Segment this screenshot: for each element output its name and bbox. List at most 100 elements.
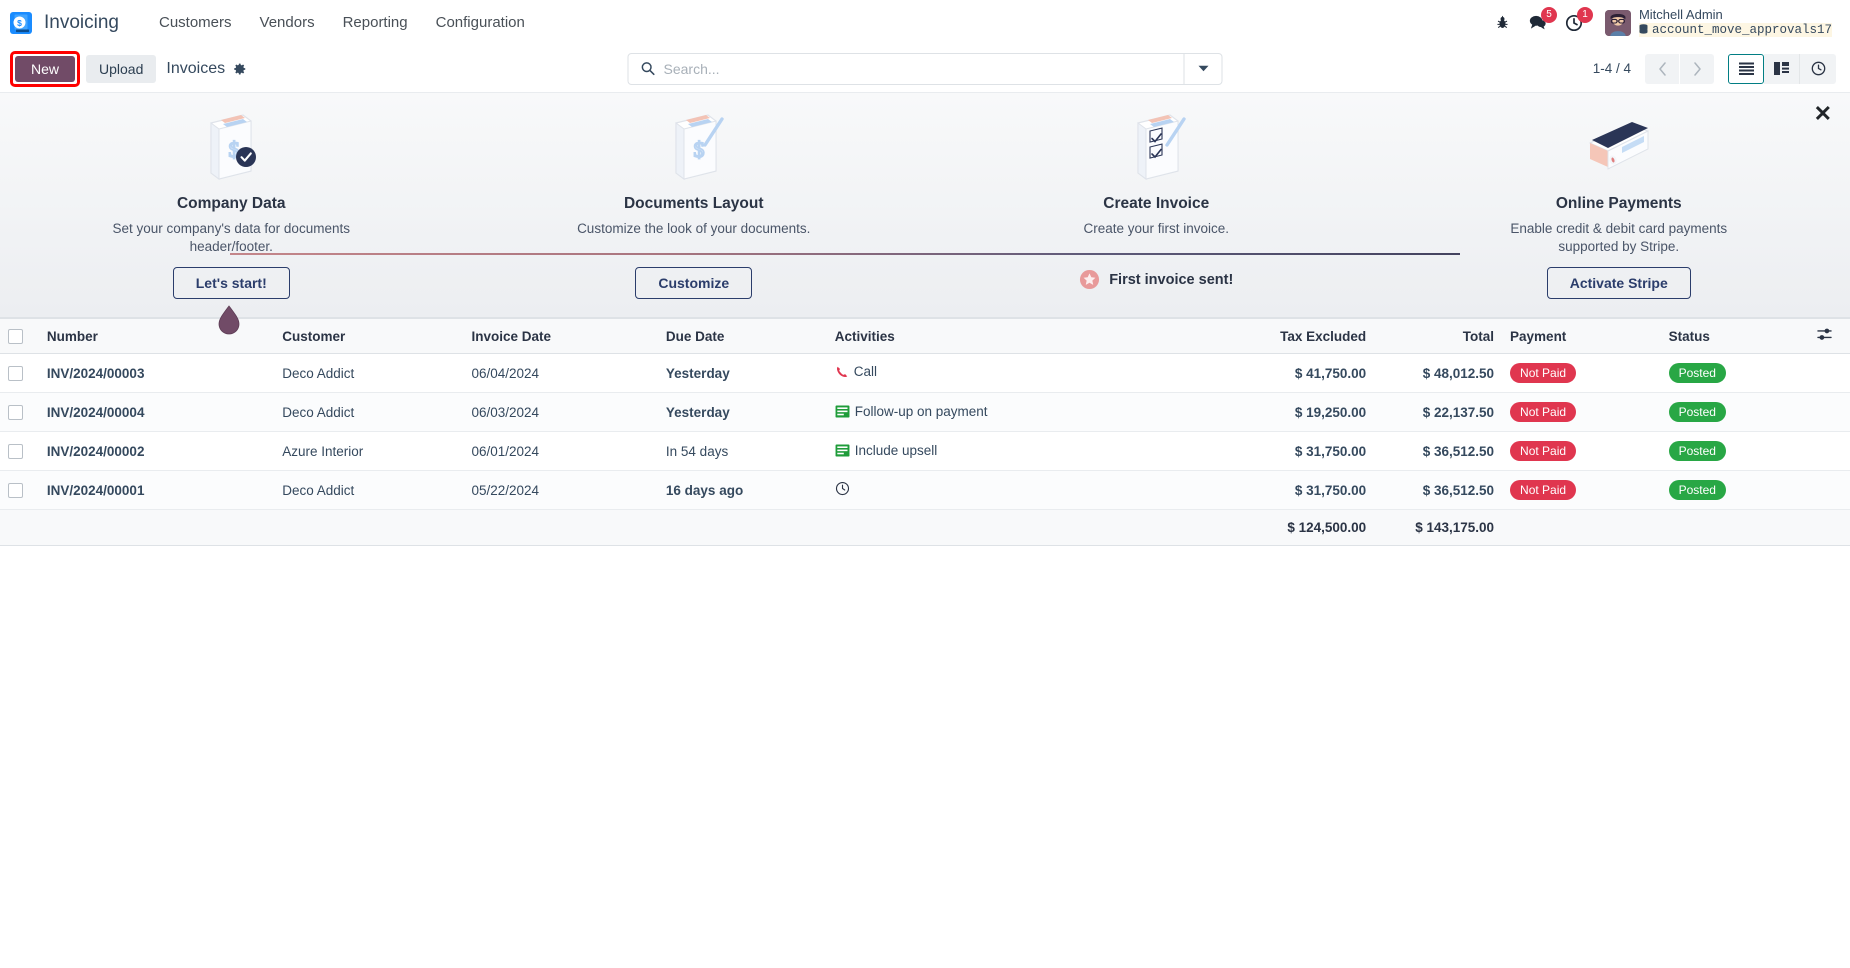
database-icon [1639,24,1648,35]
view-switcher [1728,53,1836,84]
upload-button[interactable]: Upload [86,54,157,83]
cell-activity[interactable] [826,470,1180,510]
search-input[interactable] [663,53,1184,84]
table-row[interactable]: INV/2024/00003 Deco Addict 06/04/2024 Ye… [0,353,1850,393]
cell-number[interactable]: INV/2024/00003 [38,353,275,393]
cell-tax-excluded: $ 19,250.00 [1179,392,1375,432]
kanban-icon [1774,62,1789,75]
list-view-button[interactable] [1728,53,1764,84]
table-footer: $ 124,500.00 $ 143,175.00 [0,509,1850,546]
search-bar[interactable] [627,52,1223,85]
cell-customer: Deco Addict [274,353,464,393]
activity-label: Follow-up on payment [854,403,988,419]
invoices-list: Number Customer Invoice Date Due Date Ac… [0,318,1850,546]
status-badge: Posted [1668,480,1726,500]
status-badge: Posted [1668,402,1726,422]
row-checkbox[interactable] [8,365,23,381]
table-row[interactable]: INV/2024/00004 Deco Addict 06/03/2024 Ye… [0,392,1850,432]
customize-button[interactable]: Customize [635,267,753,299]
pager-next-button[interactable] [1680,53,1714,84]
clock-icon [1811,61,1825,76]
control-panel-right: 1-4 / 4 [1593,53,1836,84]
cell-activity[interactable]: Call [826,353,1180,393]
activities-clock-icon[interactable]: 1 [1565,6,1593,32]
column-header-number[interactable]: Number [38,318,275,354]
row-select-cell [0,392,39,432]
pager-buttons [1645,53,1714,84]
cell-payment: Not Paid [1502,392,1661,432]
cell-due-date: Yesterday [657,392,827,432]
pager-count[interactable]: 1-4 / 4 [1593,61,1631,76]
online-payments-art [1574,107,1664,185]
column-header-customer[interactable]: Customer [274,318,464,354]
select-all-checkbox[interactable] [8,328,23,344]
column-header-total[interactable]: Total [1374,318,1503,354]
activity-label: Call [853,364,877,380]
close-icon[interactable]: ✕ [1814,103,1832,125]
kanban-view-button[interactable] [1764,53,1800,84]
row-select-cell [0,470,39,510]
svg-text:$: $ [693,137,704,162]
cell-activity[interactable]: Include upsell [826,431,1180,471]
menu-item-customers[interactable]: Customers [145,8,246,37]
payment-badge: Not Paid [1510,402,1577,422]
onboarding-step-create-invoice: Create Invoice Create your first invoice… [925,107,1388,299]
menu-item-vendors[interactable]: Vendors [246,8,329,37]
search-dropdown-toggle[interactable] [1183,53,1222,84]
clock-outline-icon [835,481,849,496]
cell-invoice-date: 06/03/2024 [463,392,658,432]
cell-number[interactable]: INV/2024/00001 [38,470,275,510]
column-header-status[interactable]: Status [1660,318,1809,354]
column-header-invoice-date[interactable]: Invoice Date [463,318,658,354]
row-checkbox[interactable] [8,404,23,420]
activate-stripe-button[interactable]: Activate Stripe [1546,267,1691,299]
messages-icon[interactable]: 5 [1528,7,1557,31]
cell-invoice-date: 05/22/2024 [463,470,658,510]
row-select-cell [0,431,39,471]
cell-number[interactable]: INV/2024/00004 [38,392,275,432]
chevron-left-icon [1658,61,1666,76]
gear-icon[interactable] [233,62,247,76]
total-tax-excluded: $ 124,500.00 [1179,509,1375,546]
cell-activity[interactable]: Follow-up on payment [826,392,1180,432]
optional-columns-toggle[interactable] [1808,318,1850,354]
column-header-activities[interactable]: Activities [826,318,1180,354]
column-header-payment[interactable]: Payment [1502,318,1661,354]
user-menu[interactable]: Mitchell Admin account_move_approvals17 [1604,6,1832,38]
new-button[interactable]: New [15,55,76,82]
cell-number[interactable]: INV/2024/00002 [38,431,275,471]
column-header-due-date[interactable]: Due Date [657,318,827,354]
activity-view-button[interactable] [1800,53,1836,84]
list-icon [1738,62,1754,75]
table-row[interactable]: INV/2024/00002 Azure Interior 06/01/2024… [0,431,1850,471]
phone-icon [836,366,847,377]
app-name[interactable]: Invoicing [44,12,119,34]
menu-item-configuration[interactable]: Configuration [422,8,539,37]
email-icon [835,443,850,457]
activity-label: Include upsell [854,442,938,458]
row-checkbox[interactable] [8,443,23,459]
activities-badge: 1 [1576,6,1593,23]
row-checkbox[interactable] [8,482,23,498]
table-row[interactable]: INV/2024/00001 Deco Addict 05/22/2024 16… [0,470,1850,510]
odoo-invoicing-logo[interactable]: $ [8,10,34,36]
chevron-right-icon [1693,61,1701,76]
pager-previous-button[interactable] [1645,53,1679,84]
top-navbar: $ Invoicing Customers Vendors Reporting … [0,0,1850,45]
onboarding-title: Company Data [176,195,286,212]
user-name: Mitchell Admin [1638,6,1723,22]
control-panel: New Upload Invoices 1-4 / 4 [0,45,1850,93]
create-invoice-art [1120,107,1192,185]
star-icon [1080,269,1100,290]
bug-icon[interactable] [1495,15,1510,30]
menu-item-reporting[interactable]: Reporting [329,8,422,37]
cell-total: $ 22,137.50 [1374,392,1503,432]
first-invoice-sent-status: First invoice sent! [1079,269,1233,290]
cell-customer: Deco Addict [274,392,464,432]
column-settings-icon [1817,328,1832,340]
breadcrumb-label[interactable]: Invoices [166,60,225,78]
cell-total: $ 48,012.50 [1374,353,1503,393]
lets-start-button[interactable]: Let's start! [172,267,290,299]
column-header-tax-excluded[interactable]: Tax Excluded [1179,318,1375,354]
status-badge: Posted [1668,363,1726,383]
